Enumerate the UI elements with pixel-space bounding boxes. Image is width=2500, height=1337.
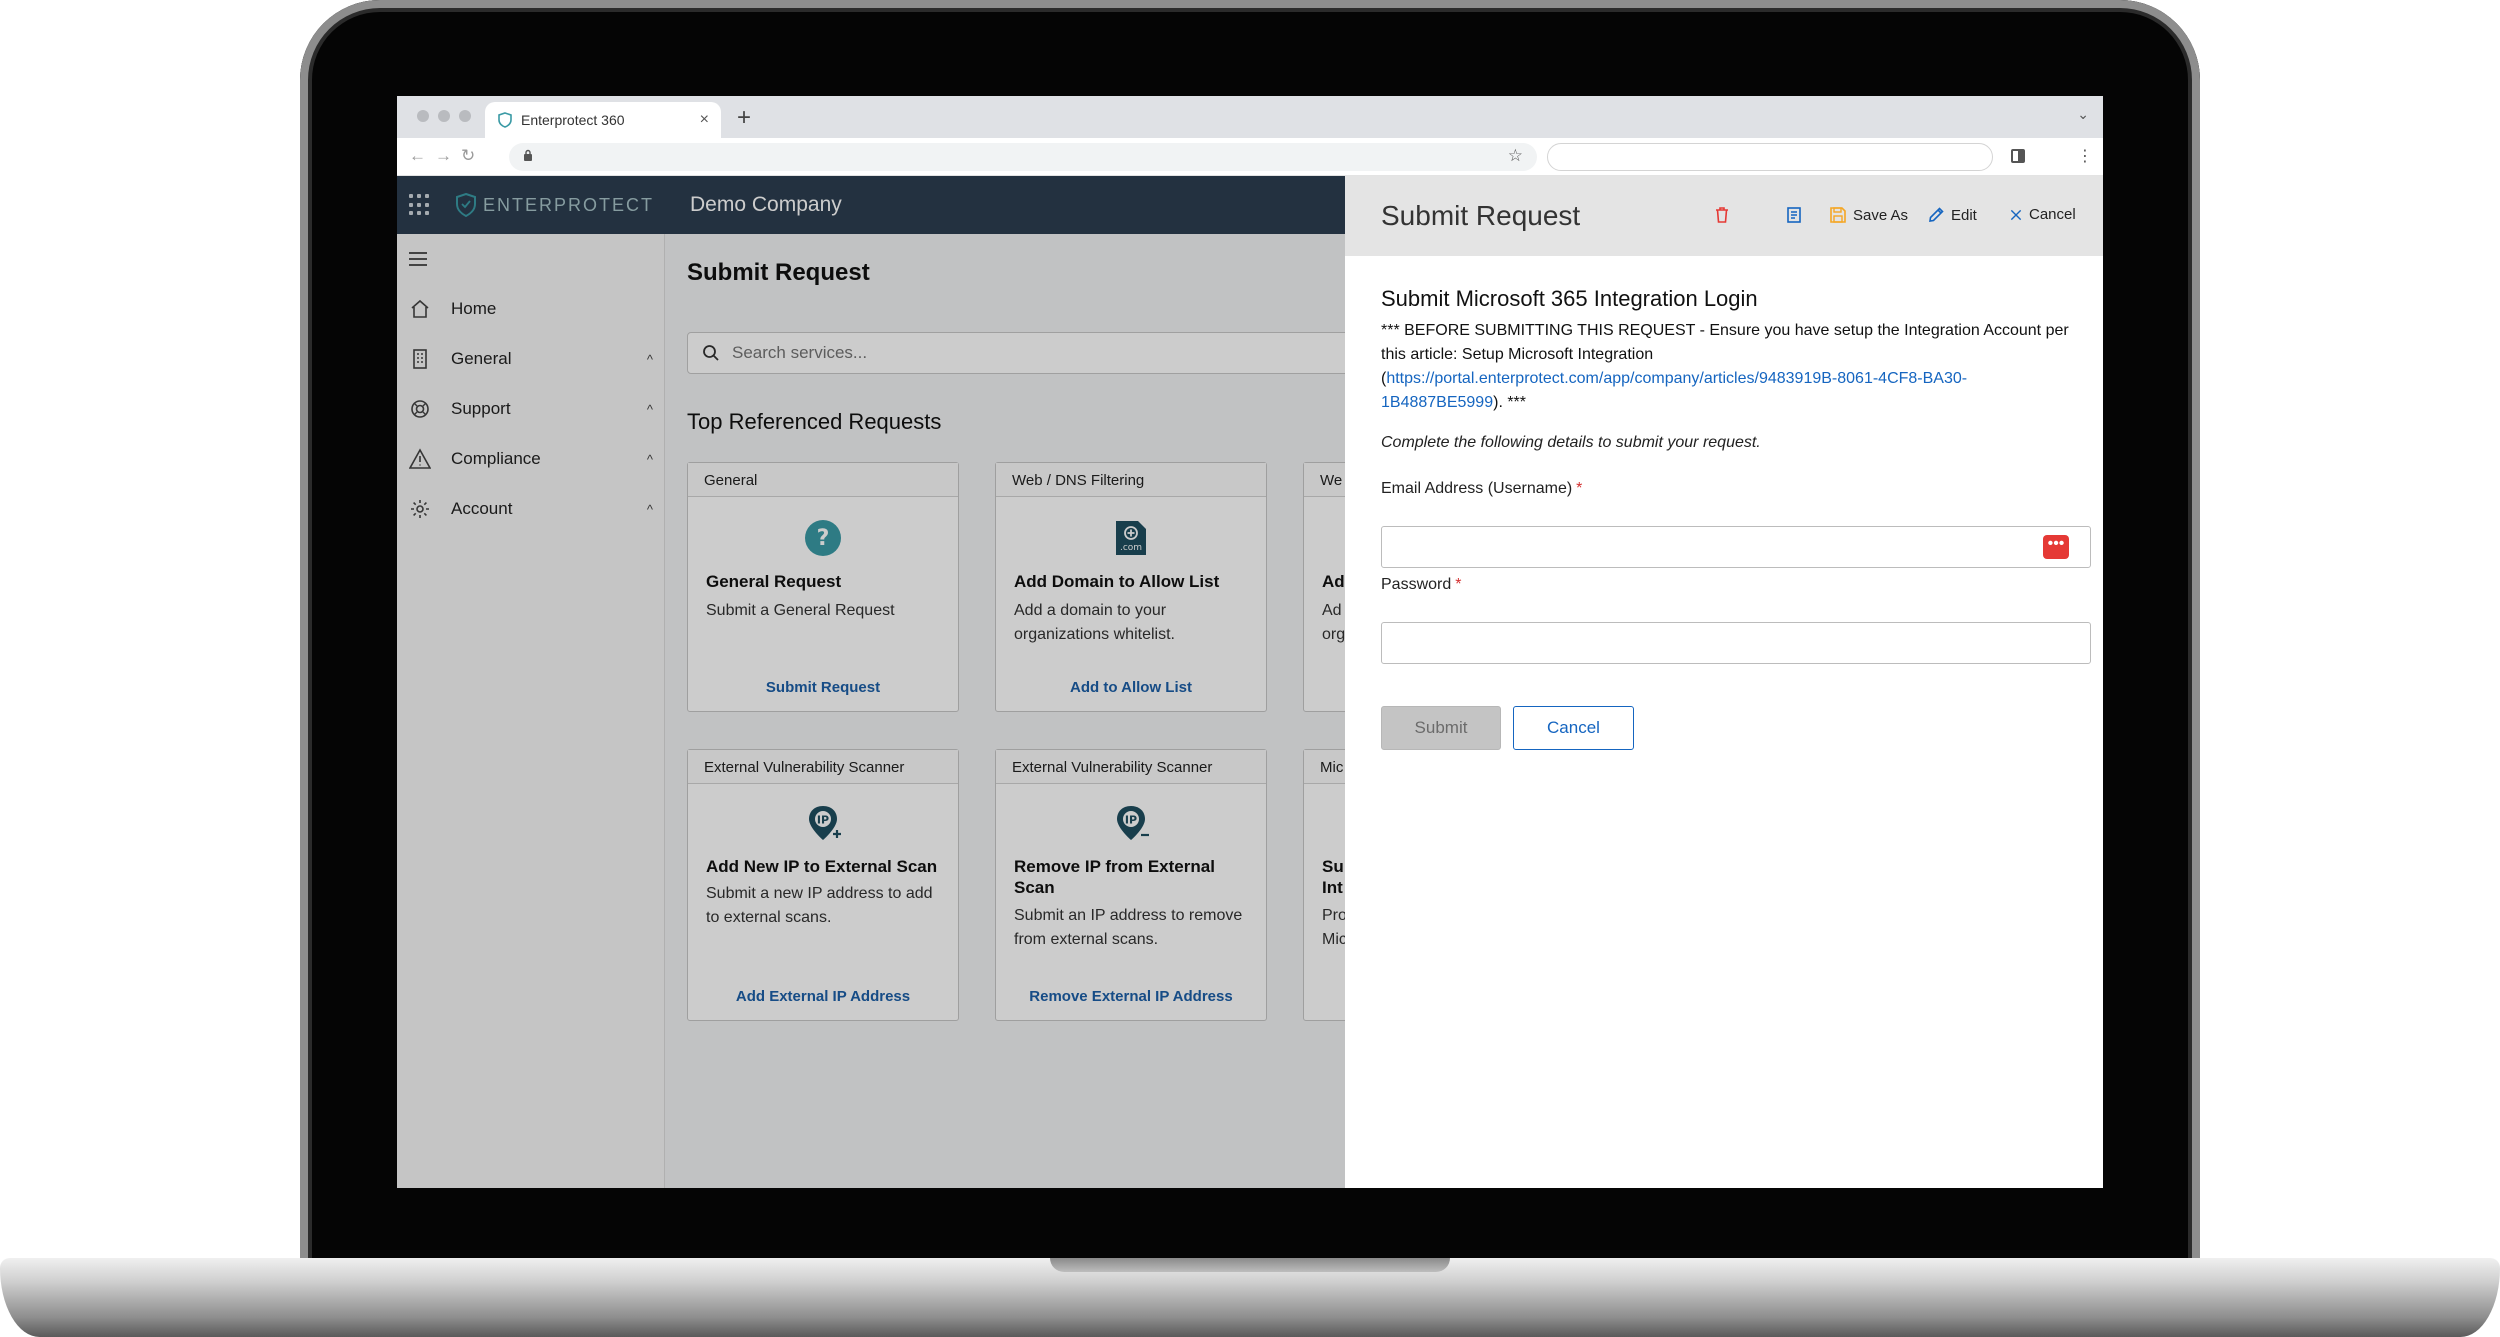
forward-arrow-icon[interactable]: → — [435, 146, 452, 166]
enterprotect-shield-icon — [498, 112, 512, 128]
document-icon — [1787, 207, 1801, 223]
modal-backdrop[interactable] — [397, 176, 1345, 1188]
maximize-window-dot[interactable] — [459, 110, 471, 122]
integration-notice: *** BEFORE SUBMITTING THIS REQUEST - Ens… — [1381, 319, 2081, 415]
browser-tab-bar: Enterprotect 360 × + ⌄ — [397, 96, 2103, 138]
form-instructions: Complete the following details to submit… — [1381, 434, 1761, 451]
close-tab-icon[interactable]: × — [700, 111, 709, 129]
minimize-window-dot[interactable] — [438, 110, 450, 122]
email-label-text: Email Address (Username) — [1381, 480, 1573, 497]
close-window-dot[interactable] — [417, 110, 429, 122]
required-asterisk: * — [1576, 480, 1583, 497]
save-as-label: Save As — [1853, 206, 1909, 224]
app: ENTERPROTECT Demo Company Home General ^ — [397, 176, 2103, 1188]
lock-icon — [524, 149, 532, 161]
back-arrow-icon[interactable]: ← — [409, 146, 426, 166]
browser-address-bar: ← → ↻ ☆ ⋮ — [397, 138, 2103, 176]
header-cancel-button[interactable]: Cancel — [2009, 206, 2076, 223]
panel-header: Submit Request Save As Edit Cancel — [1345, 176, 2103, 256]
form-title: Submit Microsoft 365 Integration Login — [1381, 286, 1758, 311]
cancel-label: Cancel — [2029, 206, 2076, 223]
browser-search-input[interactable] — [1547, 143, 1993, 171]
submit-request-panel: Submit Request Save As Edit Cancel Submi… — [1345, 176, 2103, 1188]
close-icon — [2010, 209, 2022, 220]
edit-label: Edit — [1951, 206, 1977, 224]
password-field[interactable] — [1381, 622, 2091, 664]
side-panel-icon[interactable] — [2011, 149, 2025, 163]
url-input[interactable]: ☆ — [509, 143, 1537, 171]
password-manager-icon[interactable]: ••• — [2043, 535, 2069, 559]
browser-tab[interactable]: Enterprotect 360 × — [485, 102, 721, 138]
screen: Enterprotect 360 × + ⌄ ← → ↻ ☆ ⋮ ENTERPR… — [397, 96, 2103, 1188]
password-label-text: Password — [1381, 576, 1452, 593]
submit-button[interactable]: Submit — [1381, 706, 1501, 750]
required-asterisk: * — [1455, 576, 1462, 593]
laptop-notch — [1050, 1258, 1450, 1272]
browser-menu-icon[interactable]: ⋮ — [2077, 146, 2093, 166]
trash-icon — [1716, 207, 1728, 223]
tab-title: Enterprotect 360 — [521, 112, 625, 128]
password-label: Password * — [1381, 576, 1461, 594]
integration-article-link[interactable]: https://portal.enterprotect.com/app/comp… — [1381, 370, 1967, 411]
bookmark-star-icon[interactable]: ☆ — [1508, 146, 1523, 166]
save-as-button[interactable]: Save As — [1829, 206, 1908, 224]
edit-button[interactable]: Edit — [1927, 206, 1977, 224]
save-icon — [1830, 207, 1846, 223]
email-field[interactable] — [1381, 526, 2091, 568]
reload-icon[interactable]: ↻ — [461, 146, 475, 166]
panel-title: Submit Request — [1381, 200, 1581, 231]
email-label: Email Address (Username) * — [1381, 480, 1582, 498]
new-tab-button[interactable]: + — [737, 104, 751, 132]
window-controls — [417, 110, 471, 122]
delete-button[interactable] — [1713, 206, 1731, 224]
form-details-button[interactable] — [1785, 206, 1803, 224]
cancel-button[interactable]: Cancel — [1513, 706, 1634, 750]
notice-text-after: ). *** — [1493, 394, 1527, 411]
pencil-icon — [1929, 207, 1944, 222]
tab-list-chevron-icon[interactable]: ⌄ — [2077, 106, 2089, 123]
